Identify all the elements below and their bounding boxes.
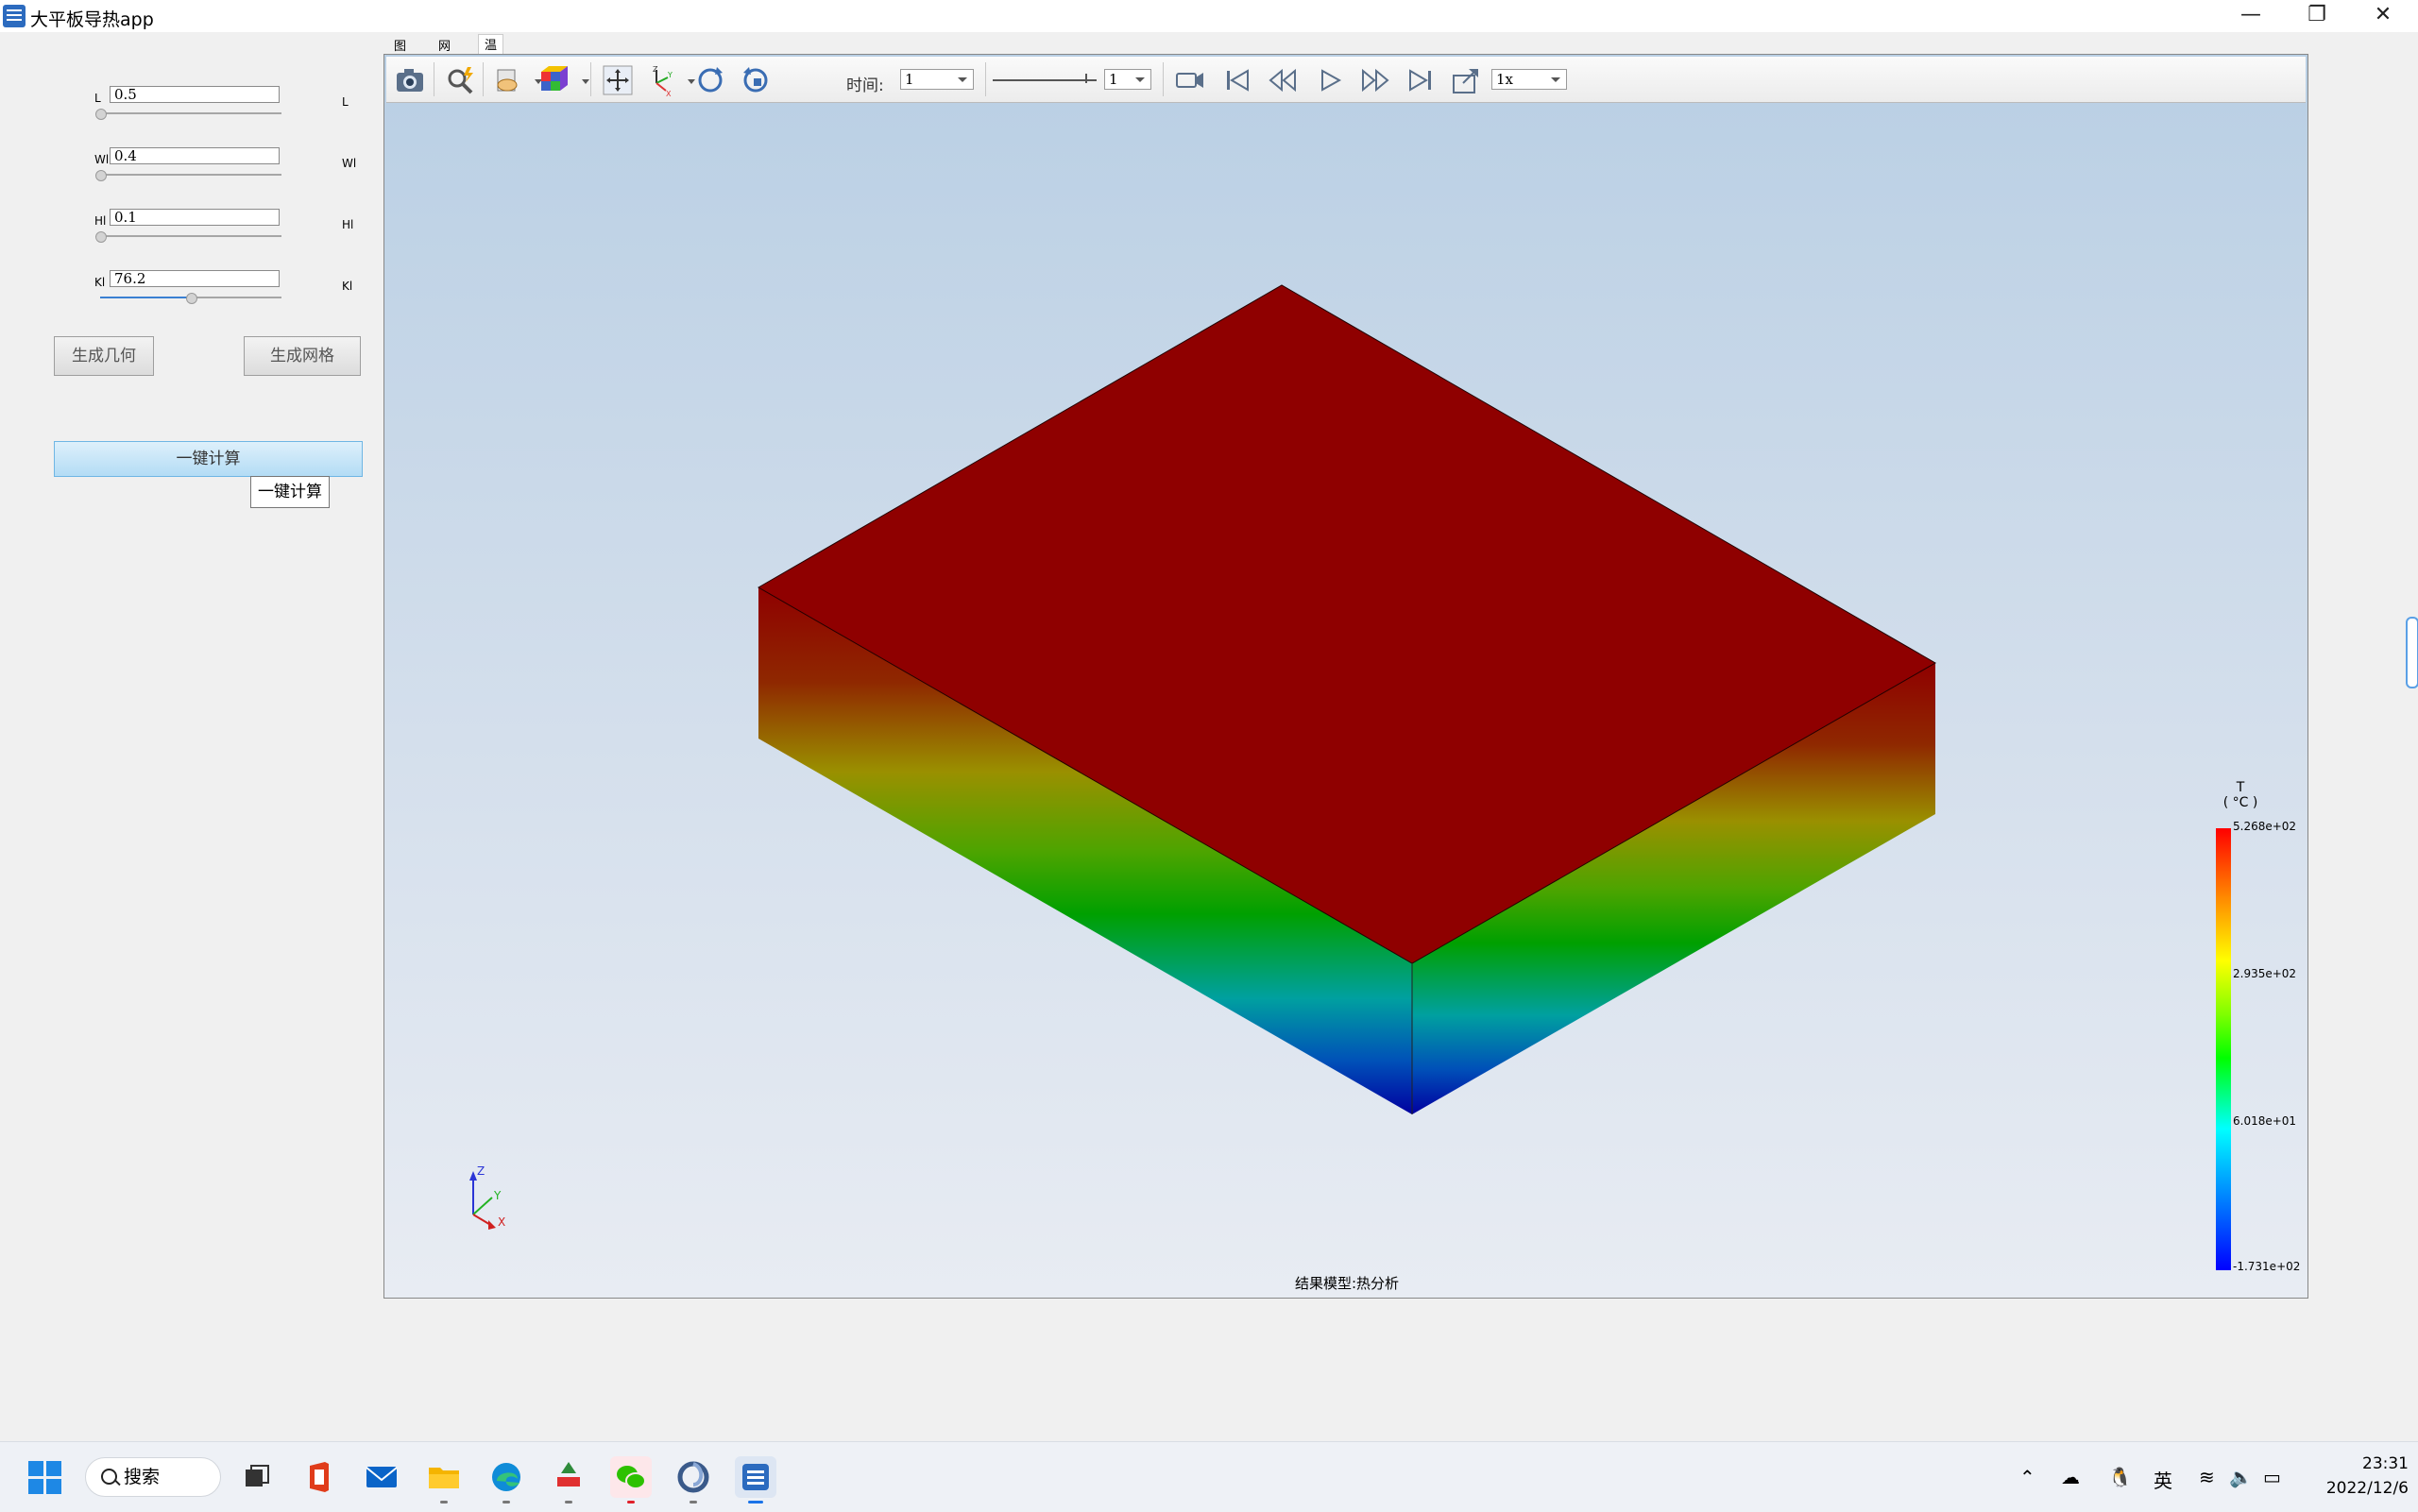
app-icon bbox=[3, 5, 26, 27]
running-indicator bbox=[565, 1501, 572, 1504]
taskbar-search[interactable]: 搜索 bbox=[85, 1457, 221, 1497]
onedrive-cloud-icon[interactable]: ☁ bbox=[2061, 1466, 2080, 1488]
param-hl-slider[interactable] bbox=[95, 231, 281, 243]
triad-y-label: Y bbox=[493, 1189, 502, 1202]
slider-knob[interactable] bbox=[95, 170, 107, 181]
edge-browser-icon[interactable] bbox=[485, 1456, 527, 1504]
compute-tooltip: 一键计算 bbox=[250, 476, 330, 508]
param-wl-input[interactable] bbox=[110, 147, 280, 164]
param-wl-slider[interactable] bbox=[95, 170, 281, 181]
taskbar: 搜索 ⌃ ☁ 🐧 英 ≋ 🔈 ▭ 23:31 2022/12/6 bbox=[0, 1441, 2418, 1512]
legend-tick-max: 5.268e+02 bbox=[2233, 820, 2297, 833]
wechat-icon[interactable] bbox=[610, 1456, 652, 1504]
taskbar-clock[interactable]: 23:31 2022/12/6 bbox=[2305, 1452, 2409, 1501]
legend-tick-3: 6.018e+01 bbox=[2233, 1114, 2297, 1128]
minimize-button[interactable]: — bbox=[2218, 0, 2284, 32]
compute-button[interactable]: 一键计算 bbox=[54, 441, 363, 477]
generate-mesh-button[interactable]: 生成网格 bbox=[244, 336, 361, 376]
param-right-label-l: L bbox=[342, 95, 349, 109]
legend-title: T ( °C ) bbox=[2217, 780, 2264, 810]
legend-unit: ( °C ) bbox=[2222, 795, 2258, 810]
param-label-l: L bbox=[94, 92, 101, 105]
window-title: 大平板导热app bbox=[30, 9, 154, 30]
active-app-icon[interactable] bbox=[735, 1456, 776, 1504]
plate-model bbox=[757, 284, 1937, 1114]
taskbar-search-label: 搜索 bbox=[124, 1467, 161, 1487]
param-right-label-kl: Kl bbox=[342, 280, 353, 293]
slider-knob[interactable] bbox=[95, 109, 107, 120]
slider-fill bbox=[100, 297, 191, 298]
param-label-wl: Wl bbox=[94, 153, 110, 166]
color-bar bbox=[2216, 828, 2231, 1270]
running-indicator bbox=[440, 1501, 448, 1504]
triad-z-label: Z bbox=[477, 1164, 485, 1178]
param-right-label-hl: Hl bbox=[342, 218, 354, 231]
running-indicator bbox=[748, 1501, 763, 1504]
slider-knob[interactable] bbox=[186, 293, 197, 304]
clock-time: 23:31 bbox=[2362, 1454, 2409, 1473]
tab-temperature[interactable]: 温度分布 bbox=[478, 34, 504, 107]
legend-variable: T bbox=[2236, 780, 2245, 795]
param-right-label-wl: Wl bbox=[342, 157, 357, 170]
running-indicator bbox=[627, 1501, 635, 1504]
scroll-handle[interactable] bbox=[2406, 617, 2418, 688]
office-icon[interactable] bbox=[298, 1456, 340, 1498]
slider-knob[interactable] bbox=[95, 231, 107, 243]
3d-viewer[interactable]: ZYX 时间: 1 1 1x Z Y X T (°C) 5.268e+02 … bbox=[383, 54, 2308, 1299]
running-indicator bbox=[690, 1501, 697, 1504]
clock-date: 2022/12/6 bbox=[2325, 1479, 2409, 1498]
legend-tick-min: -1.731e+02 bbox=[2233, 1260, 2301, 1273]
param-hl-input[interactable] bbox=[110, 209, 280, 226]
qq-icon[interactable]: 🐧 bbox=[2108, 1466, 2132, 1488]
generate-geometry-button[interactable]: 生成几何 bbox=[54, 336, 154, 376]
param-l-input[interactable] bbox=[110, 86, 280, 103]
task-view-icon[interactable] bbox=[236, 1456, 278, 1498]
file-explorer-icon[interactable] bbox=[423, 1456, 465, 1504]
speaker-icon[interactable]: 🔈 bbox=[2229, 1466, 2253, 1488]
close-button[interactable]: ✕ bbox=[2350, 0, 2416, 32]
triad-x-label: X bbox=[498, 1215, 505, 1229]
param-l-slider[interactable] bbox=[95, 109, 281, 120]
param-kl-input[interactable] bbox=[110, 270, 280, 287]
app-icon-swirl[interactable] bbox=[673, 1456, 714, 1504]
running-indicator bbox=[502, 1501, 510, 1504]
search-icon bbox=[101, 1469, 117, 1485]
restore-button[interactable]: ❐ bbox=[2284, 0, 2350, 32]
param-label-hl: Hl bbox=[94, 214, 107, 228]
windows-start-icon[interactable] bbox=[28, 1461, 62, 1495]
mail-icon[interactable] bbox=[361, 1456, 402, 1498]
chevron-up-icon[interactable]: ⌃ bbox=[2019, 1466, 2035, 1488]
ime-indicator[interactable]: 英 bbox=[2154, 1466, 2172, 1493]
param-kl-slider[interactable] bbox=[100, 293, 281, 304]
result-model-status: 结果模型:热分析 bbox=[1295, 1275, 1400, 1292]
legend-tick-2: 2.935e+02 bbox=[2233, 967, 2297, 980]
wifi-icon[interactable]: ≋ bbox=[2199, 1466, 2215, 1488]
battery-icon[interactable]: ▭ bbox=[2263, 1466, 2281, 1488]
param-label-kl: Kl bbox=[94, 276, 106, 289]
window-titlebar: 大平板导热app — ❐ ✕ bbox=[0, 0, 2418, 32]
axis-triad: Z Y X bbox=[469, 1164, 505, 1230]
app-icon-green[interactable] bbox=[548, 1456, 589, 1504]
